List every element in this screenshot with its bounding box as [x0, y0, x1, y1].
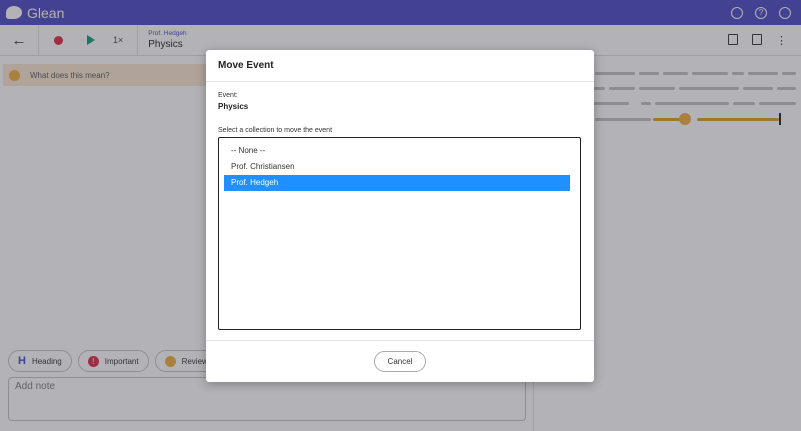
- move-event-dialog: Move Event Event: Physics Select a colle…: [206, 50, 594, 382]
- collection-label: Select a collection to move the event: [218, 127, 333, 134]
- collection-option-none[interactable]: -- None --: [224, 143, 570, 159]
- collection-option-christiansen[interactable]: Prof. Christiansen: [224, 159, 570, 175]
- event-label: Event:: [218, 92, 238, 99]
- collection-listbox[interactable]: -- None -- Prof. Christiansen Prof. Hedg…: [218, 137, 581, 330]
- cancel-button[interactable]: Cancel: [374, 351, 426, 372]
- collection-option-hedgeh[interactable]: Prof. Hedgeh: [224, 175, 570, 191]
- dialog-title: Move Event: [206, 50, 594, 82]
- event-value: Physics: [218, 102, 249, 111]
